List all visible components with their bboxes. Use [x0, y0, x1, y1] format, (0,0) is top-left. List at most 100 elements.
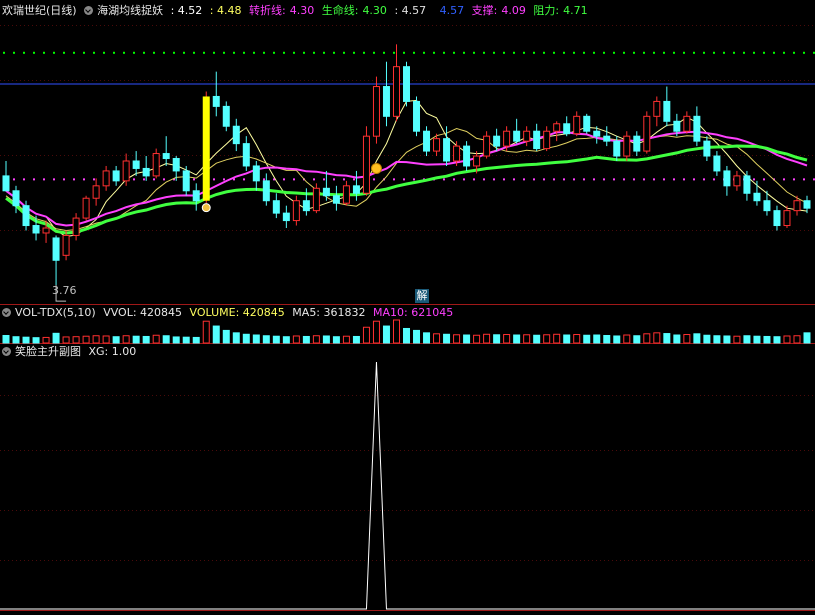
candle-body[interactable]	[493, 135, 501, 147]
candle-body[interactable]	[633, 135, 641, 152]
candle-body[interactable]	[212, 95, 220, 107]
resistance-dot	[263, 51, 265, 54]
candle-body[interactable]	[593, 130, 601, 137]
candle-body[interactable]	[503, 130, 511, 147]
candle-body[interactable]	[483, 135, 491, 157]
candle-body[interactable]	[583, 115, 591, 132]
value-1: : 4.52	[170, 4, 203, 17]
candle-body[interactable]	[232, 125, 240, 145]
candle-body[interactable]	[523, 130, 531, 142]
candle-body[interactable]	[643, 115, 651, 152]
vol-indicator-name[interactable]: VOL-TDX(5,10)	[15, 306, 96, 319]
candle-body[interactable]	[102, 170, 110, 187]
candle-body[interactable]	[22, 205, 30, 227]
xg-panel-header: 笑脸主升副图 XG: 1.00	[2, 345, 140, 359]
candle-body[interactable]	[723, 170, 731, 187]
jie-button[interactable]: 解	[415, 289, 429, 303]
candle-body[interactable]	[362, 135, 370, 194]
candle-body[interactable]	[322, 187, 330, 197]
candle-body[interactable]	[112, 170, 120, 182]
candle-body[interactable]	[132, 160, 140, 169]
candle-body[interactable]	[433, 138, 441, 152]
candle-body[interactable]	[262, 180, 270, 202]
resistance-dot	[593, 51, 595, 54]
candle-body[interactable]	[162, 153, 170, 160]
candle-body[interactable]	[12, 190, 20, 207]
candle-body[interactable]	[803, 200, 811, 209]
candle-body[interactable]	[793, 200, 801, 212]
candle-body[interactable]	[252, 165, 260, 182]
candle-body[interactable]	[332, 195, 340, 204]
candle-body[interactable]	[673, 120, 681, 132]
resistance-dot	[723, 51, 725, 54]
candle-body[interactable]	[52, 237, 60, 261]
indicator-menu-icon[interactable]	[84, 6, 94, 15]
candle-body[interactable]	[653, 100, 661, 117]
candle-body[interactable]	[172, 158, 180, 172]
candle-body[interactable]	[282, 212, 290, 222]
candle-body[interactable]	[192, 190, 200, 202]
candle-body[interactable]	[613, 140, 621, 157]
candle-body[interactable]	[743, 175, 751, 194]
candle-body[interactable]	[222, 105, 230, 127]
candle-body[interactable]	[392, 66, 400, 117]
candle-body[interactable]	[443, 138, 451, 162]
candle-body[interactable]	[82, 197, 90, 219]
candle-body[interactable]	[92, 185, 100, 199]
candle-body[interactable]	[733, 175, 741, 187]
resistance-dot	[213, 51, 215, 54]
candle-body[interactable]	[543, 130, 551, 150]
indicator-name[interactable]: 海湖均线捉妖	[97, 4, 163, 17]
candle-body[interactable]	[352, 185, 360, 194]
candle-body[interactable]	[302, 200, 310, 212]
candle-body[interactable]	[703, 140, 711, 157]
candle-body[interactable]	[152, 153, 160, 177]
candle-body[interactable]	[623, 135, 631, 157]
candle-body[interactable]	[783, 210, 791, 227]
candle-body[interactable]	[513, 130, 521, 142]
candle-body[interactable]	[312, 187, 320, 212]
candle-body[interactable]	[763, 200, 771, 212]
candle-body[interactable]	[42, 227, 50, 234]
candle-body[interactable]	[753, 192, 761, 202]
volume-menu-icon[interactable]	[2, 308, 11, 317]
volume-bar	[713, 335, 721, 344]
candle-body[interactable]	[122, 160, 130, 182]
candle-body[interactable]	[603, 135, 611, 142]
candle-body[interactable]	[242, 143, 250, 167]
candle-body[interactable]	[372, 86, 380, 137]
xg-indicator-name[interactable]: 笑脸主升副图	[15, 345, 81, 358]
xg-menu-icon[interactable]	[2, 347, 11, 356]
candle-body[interactable]	[693, 115, 701, 142]
candle-body[interactable]	[182, 170, 190, 192]
candle-body[interactable]	[72, 217, 80, 236]
candle-body[interactable]	[342, 185, 350, 204]
candle-body[interactable]	[663, 100, 671, 122]
resistance-dot	[163, 51, 165, 54]
candle-body[interactable]	[773, 210, 781, 227]
candle-body[interactable]	[142, 167, 150, 177]
candle-body[interactable]	[573, 115, 581, 135]
candle-body[interactable]	[413, 100, 421, 132]
candle-body[interactable]	[683, 115, 691, 132]
candle-body[interactable]	[2, 175, 10, 192]
candle-body[interactable]	[533, 130, 541, 150]
candle-body[interactable]	[713, 155, 721, 172]
candle-body[interactable]	[563, 123, 571, 135]
candle-body[interactable]	[473, 155, 481, 167]
candle-body[interactable]	[382, 86, 390, 117]
candle-body[interactable]	[403, 66, 410, 102]
candle-body[interactable]	[553, 123, 561, 132]
candle-body[interactable]	[463, 145, 471, 167]
candle-body[interactable]	[292, 200, 300, 222]
candle-body[interactable]	[62, 234, 70, 256]
candle-body[interactable]	[423, 130, 431, 152]
candle-body[interactable]	[32, 225, 40, 234]
signal-candle[interactable]	[202, 96, 210, 201]
volume-bar	[172, 336, 180, 344]
volume-bar	[663, 333, 671, 344]
candle-body[interactable]	[272, 200, 280, 214]
stock-name[interactable]: 欢瑞世纪(日线)	[2, 4, 77, 17]
candle-body[interactable]	[453, 145, 461, 162]
resistance-dot	[693, 51, 695, 54]
